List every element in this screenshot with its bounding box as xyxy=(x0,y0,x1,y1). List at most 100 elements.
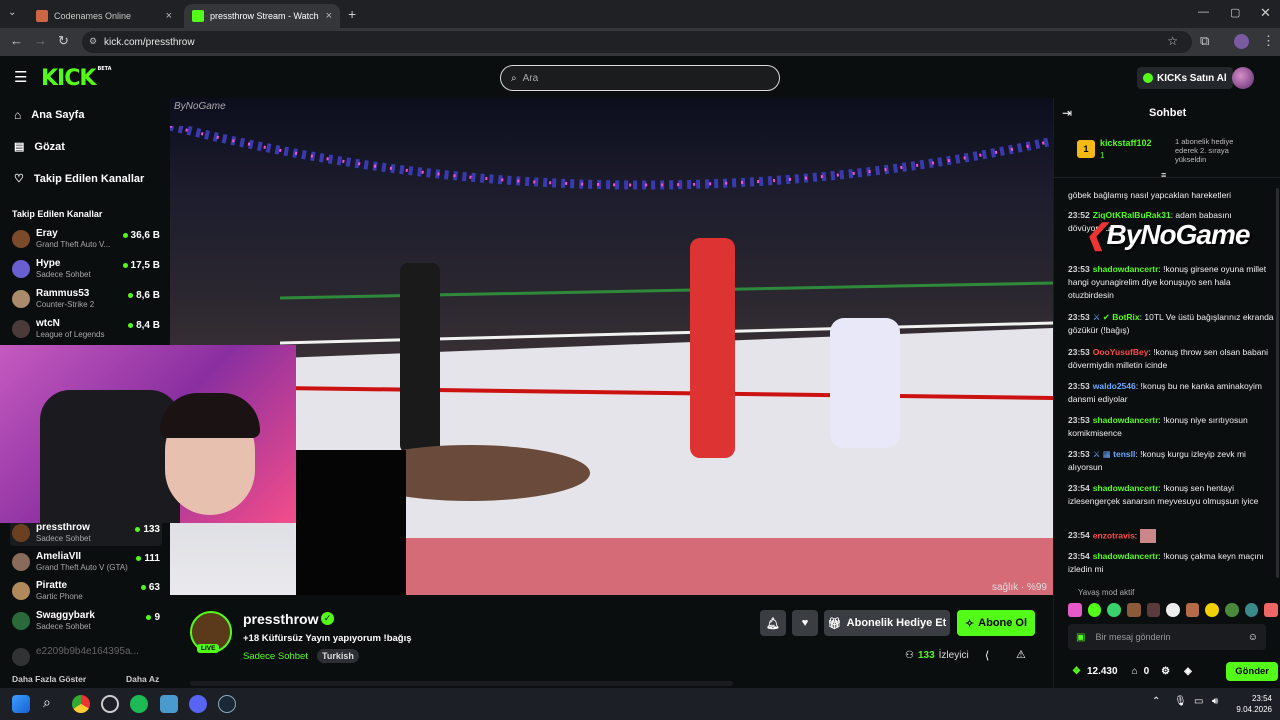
emote-icon[interactable] xyxy=(1166,603,1180,617)
minimize-icon[interactable]: — xyxy=(1198,6,1209,18)
message-user[interactable]: enzotravis xyxy=(1093,530,1135,540)
emote-icon[interactable] xyxy=(1068,603,1082,617)
maximize-icon[interactable]: ▢ xyxy=(1230,6,1240,19)
emote-icon[interactable] xyxy=(1225,603,1239,617)
follow-heart-button[interactable]: ♥ xyxy=(792,610,818,636)
chat-message: 23:53 shadowdancertr: !konuş niye sırıtıy… xyxy=(1068,415,1248,438)
microphone-icon[interactable]: 🎙︎ xyxy=(1174,696,1187,707)
settings-gear-icon[interactable]: ⚙ xyxy=(1161,666,1170,677)
user-avatar[interactable] xyxy=(1232,67,1254,89)
pinned-expand-icon[interactable]: ≡ xyxy=(1161,170,1166,180)
kick-bot-icon[interactable]: ◈ xyxy=(1184,666,1192,677)
report-icon[interactable]: ⚠ xyxy=(1016,648,1026,661)
nav-following[interactable]: ♡ Takip Edilen Kanallar xyxy=(14,172,144,186)
gift-subscription-button[interactable]: 🎁︎ Abonelik Hediye Et xyxy=(824,610,950,636)
send-button[interactable]: Gönder xyxy=(1226,661,1278,681)
channel-name: Hype xyxy=(36,258,61,269)
sidebar-channel-ameliavii[interactable]: AmeliaVII Grand Theft Auto V (GTA) 111 xyxy=(10,549,162,575)
sidebar-channel-wtcn[interactable]: wtcN League of Legends 8,4 B xyxy=(10,316,162,342)
category-link[interactable]: Sadece Sohbet xyxy=(243,651,308,662)
new-tab-icon[interactable]: + xyxy=(348,6,356,22)
hamburger-menu-icon[interactable]: ☰ xyxy=(14,68,27,86)
sidebar-channel-rammus53[interactable]: Rammus53 Counter-Strike 2 8,6 B xyxy=(10,286,162,312)
back-icon[interactable]: ← xyxy=(10,33,23,48)
bookmark-star-icon[interactable]: ☆ xyxy=(1167,34,1178,48)
collapse-chat-icon[interactable]: ⇥ xyxy=(1062,106,1072,120)
emote-icon[interactable] xyxy=(1205,603,1220,617)
tab-list-icon[interactable]: ⌄ xyxy=(8,7,16,18)
forward-icon[interactable]: → xyxy=(34,33,47,48)
message-user[interactable]: waldo2546 xyxy=(1093,381,1136,391)
stream-info: LIVE pressthrow ✓ +18 Küfürsüz Yayın yap… xyxy=(170,595,1053,688)
windows-start-icon[interactable] xyxy=(12,695,30,713)
emote-icon[interactable] xyxy=(1146,603,1161,617)
sidebar-channel-hype[interactable]: Hype Sadece Sohbet 17,5 B xyxy=(10,256,162,282)
emote-icon[interactable] xyxy=(1185,603,1200,617)
search-icon[interactable]: ⌕ xyxy=(43,694,51,711)
reload-icon[interactable]: ↻ xyxy=(58,33,69,49)
display-icon[interactable]: ▭ xyxy=(1194,696,1203,707)
emote-icon[interactable] xyxy=(1264,603,1279,617)
nav-browse[interactable]: ▤ Gözat xyxy=(14,140,65,154)
clock[interactable]: 23:54 9.04.2026 xyxy=(1226,693,1272,715)
discord-icon[interactable] xyxy=(189,695,207,713)
video-watermark-bottom: sağlık · %99 xyxy=(991,582,1047,593)
chrome-icon[interactable] xyxy=(72,695,90,713)
points-value[interactable]: 12.430 xyxy=(1087,666,1118,677)
clock-date: 9.04.2026 xyxy=(1236,705,1272,714)
message-user[interactable]: BotRix xyxy=(1112,312,1139,322)
tab-codenames[interactable]: Codenames Online × xyxy=(28,4,180,28)
scroll-bar[interactable] xyxy=(190,681,733,686)
tab-pressthrow[interactable]: pressthrow Stream - Watch Live × xyxy=(184,4,340,28)
message-user[interactable]: shadowdancertr xyxy=(1093,415,1159,425)
network-app-icon[interactable] xyxy=(160,695,178,713)
viewer-label: İzleyici xyxy=(938,650,969,661)
gift-icon[interactable]: ▣ xyxy=(1076,632,1085,643)
share-icon[interactable]: ⟨ xyxy=(985,649,989,662)
gift-count[interactable]: 0 xyxy=(1144,666,1150,677)
search-input[interactable]: ⌕ Ara xyxy=(500,65,780,91)
address-bar[interactable]: ⚙ kick.com/pressthrow ☆ xyxy=(82,31,1192,53)
message-user[interactable]: OooYusufBey xyxy=(1093,347,1149,357)
message-user[interactable]: tensll xyxy=(1113,449,1135,459)
close-window-icon[interactable]: ✕ xyxy=(1260,5,1271,21)
site-info-icon[interactable]: ⚙ xyxy=(89,36,97,47)
show-more-button[interactable]: Daha Fazla Göster xyxy=(12,674,86,684)
volume-icon[interactable]: 🔊︎ xyxy=(1212,696,1218,707)
sidebar-channel-faded[interactable]: e2209b9b4e164395a... xyxy=(10,644,162,670)
message-user[interactable]: shadowdancertr xyxy=(1093,264,1159,274)
sidebar-channel-eray[interactable]: Eray Grand Theft Auto V... 36,6 B xyxy=(10,226,162,252)
steam-icon[interactable] xyxy=(218,695,236,713)
show-less-button[interactable]: Daha Az xyxy=(126,674,159,684)
emote-icon[interactable] xyxy=(1244,603,1259,617)
message-time: 23:54 xyxy=(1068,483,1090,493)
pinned-user[interactable]: kickstaff102 xyxy=(1100,138,1152,148)
emote-icon[interactable] xyxy=(1107,603,1121,617)
buy-kicks-button[interactable]: KICKs Satın Al xyxy=(1137,67,1233,89)
sidebar-channel-piratte[interactable]: Piratte Gartic Phone 63 xyxy=(10,578,162,604)
spotify-icon[interactable] xyxy=(130,695,148,713)
message-user[interactable]: shadowdancertr xyxy=(1093,483,1159,493)
emote-icon[interactable] xyxy=(1087,603,1102,617)
tray-chevron-icon[interactable]: ⌃ xyxy=(1152,696,1160,707)
language-tag[interactable]: Turkish xyxy=(317,649,359,663)
sidebar-channel-pressthrow[interactable]: pressthrow Sadece Sohbet 133 xyxy=(10,520,162,546)
message-user[interactable]: shadowdancertr xyxy=(1093,551,1159,561)
notification-bell-button[interactable]: 🔔︎ xyxy=(760,610,786,636)
video-watermark-top: ByNoGame xyxy=(174,101,226,112)
profile-avatar[interactable] xyxy=(1234,34,1249,49)
subscribe-button[interactable]: ✧ Abone Ol xyxy=(957,610,1035,636)
extensions-icon[interactable]: ⧉ xyxy=(1200,33,1209,49)
close-tab-icon[interactable]: × xyxy=(166,10,172,22)
channel-name[interactable]: pressthrow xyxy=(243,611,318,627)
nav-home[interactable]: ⌂ Ana Sayfa xyxy=(14,108,84,122)
app-icon[interactable] xyxy=(101,695,119,713)
emote-icon[interactable] xyxy=(1126,603,1141,617)
kick-logo[interactable]: KICK BETA xyxy=(41,66,112,91)
chat-input[interactable]: ▣ Bir mesaj gönderin ☺ xyxy=(1068,624,1266,650)
sidebar-channel-swaggybark[interactable]: Swaggybark Sadece Sohbet 9 xyxy=(10,608,162,634)
chat-scrollbar[interactable] xyxy=(1276,188,1279,578)
emoji-icon[interactable]: ☺ xyxy=(1248,632,1258,643)
close-tab-icon[interactable]: × xyxy=(326,10,332,22)
menu-kebab-icon[interactable]: ⋮ xyxy=(1262,33,1275,49)
